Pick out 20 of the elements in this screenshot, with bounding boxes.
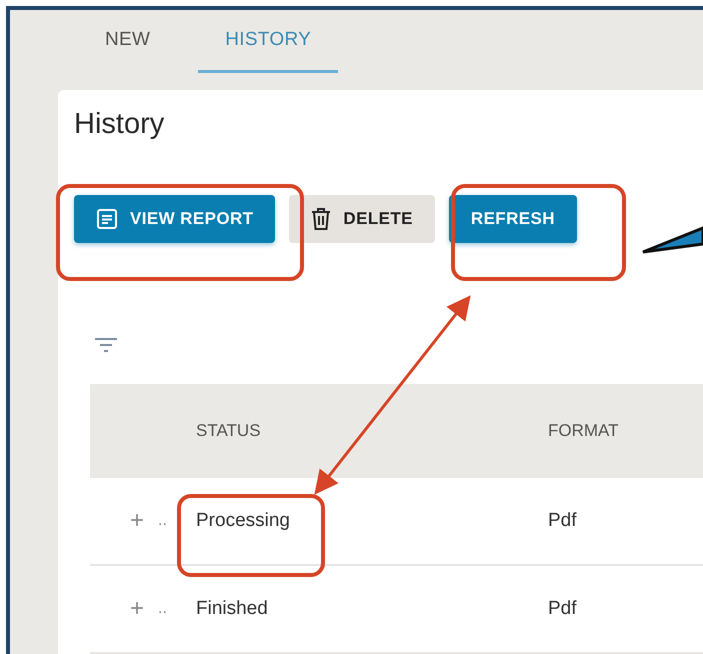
- expand-toggle[interactable]: +: [130, 507, 144, 535]
- table-cell-text: Finished: [196, 598, 269, 620]
- column-header: STATUS: [196, 421, 262, 441]
- document-icon: [96, 208, 118, 230]
- tab[interactable]: HISTORY: [198, 10, 338, 73]
- trash-icon: [311, 207, 332, 231]
- ellipsis-text: ..: [158, 600, 167, 618]
- filter-icon[interactable]: [94, 337, 118, 353]
- column-header: FORMAT: [548, 421, 620, 441]
- primary-button[interactable]: REFRESH: [448, 195, 577, 243]
- tab[interactable]: NEW: [78, 10, 178, 73]
- secondary-button[interactable]: DELETE: [289, 195, 435, 243]
- expand-toggle[interactable]: +: [130, 595, 144, 623]
- primary-button[interactable]: VIEW REPORT: [74, 195, 276, 243]
- table-cell-text: Pdf: [548, 598, 578, 620]
- table-cell-text: Pdf: [548, 510, 578, 532]
- card-title: History: [74, 108, 166, 141]
- ellipsis-text: ..: [158, 512, 167, 530]
- table-cell-text: Processing: [196, 510, 291, 532]
- pointer-arrow: [642, 226, 703, 254]
